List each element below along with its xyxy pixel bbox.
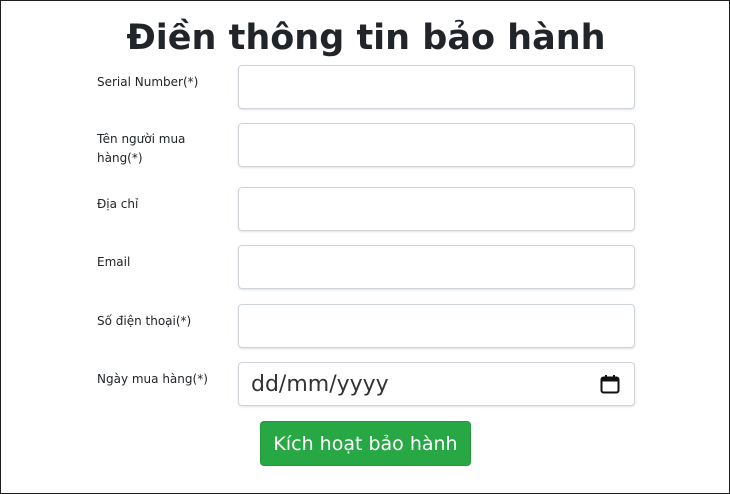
phone-field[interactable]: [238, 304, 635, 348]
email-input[interactable]: [239, 246, 634, 288]
serial-number-input[interactable]: [239, 66, 634, 108]
purchase-date-field[interactable]: dd/mm/yyyy: [238, 362, 635, 406]
buyer-name-input[interactable]: [239, 124, 634, 166]
page-title: Điền thông tin bảo hành: [126, 18, 606, 58]
email-label: Email: [97, 255, 131, 269]
purchase-date-label: Ngày mua hàng(*): [97, 372, 208, 386]
buyer-name-field[interactable]: [238, 123, 635, 167]
phone-label: Số điện thoại(*): [97, 314, 192, 328]
serial-number-label: Serial Number(*): [97, 75, 199, 89]
address-input[interactable]: [239, 188, 634, 230]
address-label: Địa chỉ: [97, 197, 139, 211]
activate-warranty-button[interactable]: Kích hoạt bảo hành: [260, 421, 471, 466]
warranty-form-page: Điền thông tin bảo hành Serial Number(*)…: [0, 0, 730, 494]
serial-number-field[interactable]: [238, 65, 635, 109]
buyer-name-label: Tên người mua hàng(*): [97, 132, 186, 165]
address-field[interactable]: [238, 187, 635, 231]
calendar-icon[interactable]: [600, 374, 620, 394]
email-field[interactable]: [238, 245, 635, 289]
phone-input[interactable]: [239, 305, 634, 347]
date-placeholder: dd/mm/yyyy: [251, 372, 389, 397]
